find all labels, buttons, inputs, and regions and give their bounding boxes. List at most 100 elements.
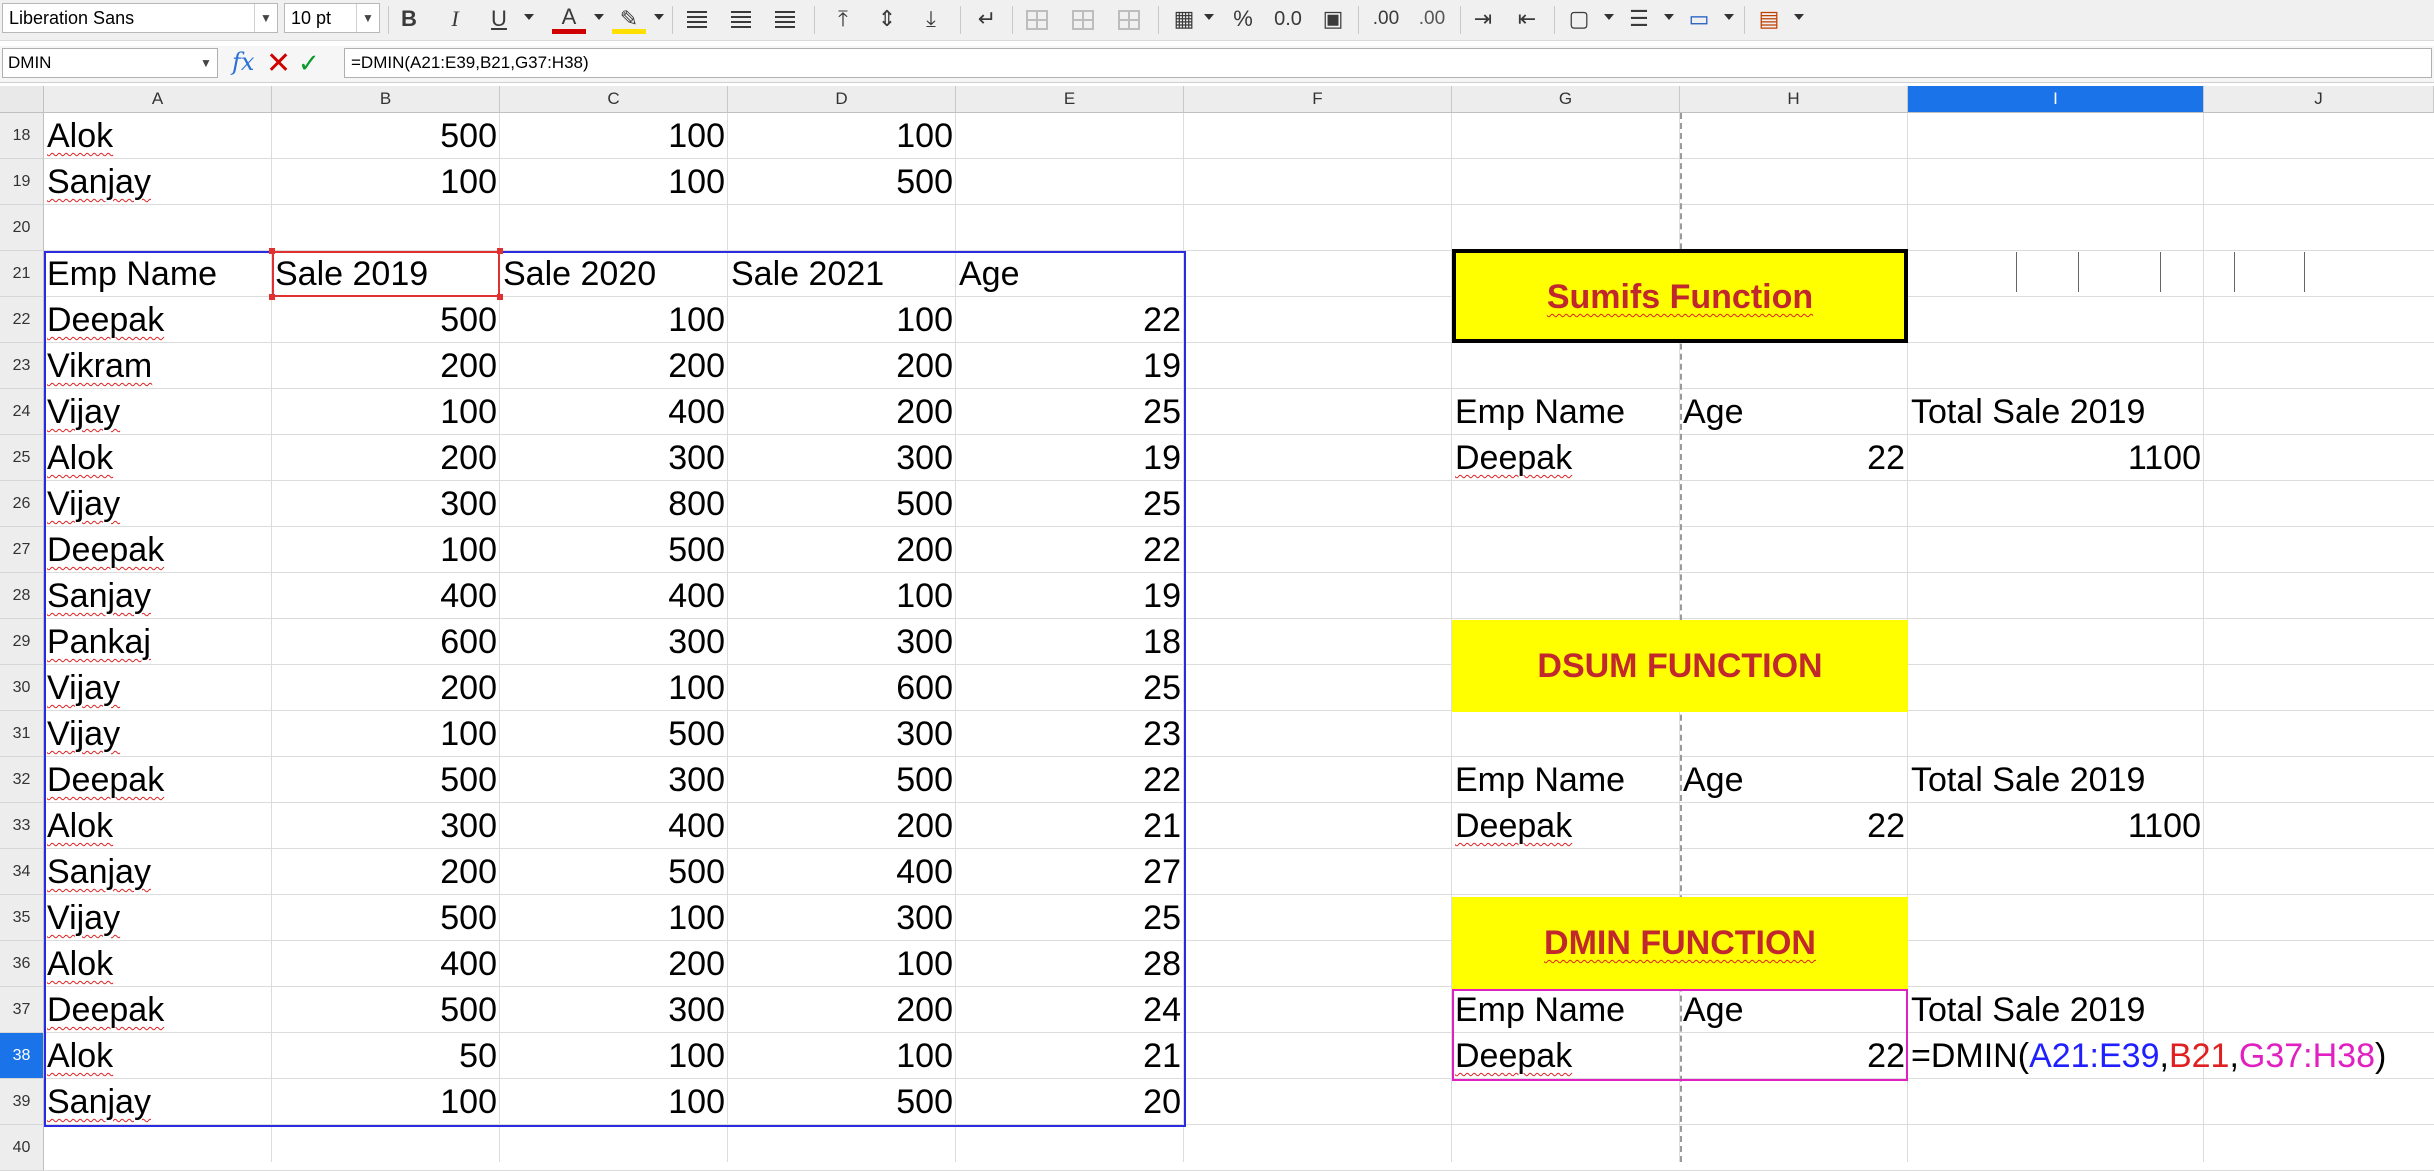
highlight-color-icon[interactable]: ✎ [612,2,646,34]
table-cell[interactable]: 200 [728,389,956,435]
date-format-icon[interactable]: ▣ [1316,2,1350,36]
name-box[interactable]: DMIN ▼ [2,48,218,78]
table-cell[interactable]: Vijay [44,481,272,527]
table-cell[interactable]: 24 [956,987,1184,1033]
table-cell[interactable]: 400 [500,389,728,435]
table-cell[interactable]: 21 [956,1033,1184,1079]
dsum-result[interactable]: 1100 [1908,803,2204,849]
dsum-header-age[interactable]: Age [1680,757,1908,803]
highlight-dropdown-icon[interactable] [654,14,664,20]
table-cell[interactable]: 500 [500,527,728,573]
table-header-cell[interactable]: Sale 2019 [272,251,500,297]
formula-input[interactable]: =DMIN(A21:E39,B21,G37:H38) [344,48,2432,78]
row-header-30[interactable]: 30 [0,665,44,711]
table-cell[interactable]: 100 [500,1033,728,1079]
table-cell[interactable]: 500 [728,159,956,205]
table-cell[interactable]: Vijay [44,665,272,711]
table-cell[interactable]: 100 [500,113,728,159]
sumifs-criteria-age[interactable]: 22 [1680,435,1908,481]
dmin-header-age[interactable]: Age [1680,987,1908,1033]
align-left-icon[interactable] [680,2,714,36]
column-header-e[interactable]: E [956,86,1184,113]
row-header-36[interactable]: 36 [0,941,44,987]
table-cell[interactable]: 100 [728,941,956,987]
column-header-i[interactable]: I [1908,86,2204,113]
table-header-cell[interactable]: Emp Name [44,251,272,297]
table-cell[interactable]: Deepak [44,987,272,1033]
sumifs-result[interactable]: 1100 [1908,435,2204,481]
dmin-header-emp[interactable]: Emp Name [1452,987,1680,1033]
row-header-22[interactable]: 22 [0,297,44,343]
merge-cells-icon[interactable] [1020,2,1054,36]
table-cell[interactable]: 200 [728,803,956,849]
table-cell[interactable]: 800 [500,481,728,527]
dsum-header-total[interactable]: Total Sale 2019 [1908,757,2208,803]
dmin-criteria-name[interactable]: Deepak [1452,1033,1680,1079]
add-decimal-button[interactable]: .00 [1364,2,1408,36]
percent-button[interactable]: % [1226,2,1260,36]
dsum-criteria-age[interactable]: 22 [1680,803,1908,849]
table-cell[interactable]: 18 [956,619,1184,665]
column-header-j[interactable]: J [2204,86,2434,113]
row-header-23[interactable]: 23 [0,343,44,389]
table-cell[interactable]: Alok [44,803,272,849]
font-name-combo[interactable]: Liberation Sans ▼ [2,3,278,33]
table-cell[interactable]: 500 [272,987,500,1033]
font-color-dropdown-icon[interactable] [594,14,604,20]
row-header-27[interactable]: 27 [0,527,44,573]
align-center-icon[interactable] [724,2,758,36]
row-header-21[interactable]: 21 [0,251,44,297]
row-header-20[interactable]: 20 [0,205,44,251]
conditional-format-icon[interactable]: ▤ [1752,2,1786,36]
table-cell[interactable]: Deepak [44,297,272,343]
row-header-37[interactable]: 37 [0,987,44,1033]
table-cell[interactable]: Deepak [44,757,272,803]
font-color-button[interactable]: A [552,2,586,34]
row-header-24[interactable]: 24 [0,389,44,435]
table-cell[interactable]: 200 [500,941,728,987]
table-cell[interactable]: Sanjay [44,849,272,895]
sumifs-header-total[interactable]: Total Sale 2019 [1908,389,2208,435]
increase-indent-icon[interactable]: ⇥ [1466,2,1500,36]
sumifs-header-age[interactable]: Age [1680,389,1908,435]
font-size-combo[interactable]: 10 pt ▼ [284,3,380,33]
borders-icon[interactable]: ▢ [1562,2,1596,36]
table-cell[interactable]: 300 [728,895,956,941]
table-cell[interactable]: 400 [272,573,500,619]
table-cell[interactable]: 300 [728,711,956,757]
column-header-b[interactable]: B [272,86,500,113]
table-cell[interactable]: 500 [272,113,500,159]
table-cell[interactable]: 22 [956,297,1184,343]
align-middle-icon[interactable]: ⇕ [870,2,904,36]
cancel-icon[interactable]: ✕ [266,46,291,81]
table-cell[interactable]: 20 [956,1079,1184,1125]
table-cell[interactable]: 100 [500,297,728,343]
row-header-18[interactable]: 18 [0,113,44,159]
row-header-34[interactable]: 34 [0,849,44,895]
table-cell[interactable]: 500 [728,757,956,803]
sumifs-header-emp[interactable]: Emp Name [1452,389,1680,435]
table-cell[interactable]: 200 [728,987,956,1033]
ref-handle[interactable] [269,294,275,300]
table-cell[interactable]: 22 [956,757,1184,803]
chevron-down-icon[interactable]: ▼ [195,49,217,77]
dmin-criteria-age[interactable]: 22 [1680,1033,1908,1079]
table-cell[interactable]: 500 [728,1079,956,1125]
number-format-button[interactable]: 0.0 [1268,2,1308,36]
table-cell[interactable]: 21 [956,803,1184,849]
row-header-32[interactable]: 32 [0,757,44,803]
table-cell[interactable]: 100 [272,1079,500,1125]
table-cell[interactable]: 100 [272,389,500,435]
table-cell[interactable]: 100 [272,527,500,573]
table-cell[interactable]: Alok [44,1033,272,1079]
align-right-icon[interactable] [768,2,802,36]
ref-handle[interactable] [269,248,275,254]
table-cell[interactable]: 200 [728,343,956,389]
table-cell[interactable]: Sanjay [44,159,272,205]
table-cell[interactable]: 500 [500,711,728,757]
table-cell[interactable]: 300 [500,757,728,803]
column-header-f[interactable]: F [1184,86,1452,113]
row-header-29[interactable]: 29 [0,619,44,665]
borders-dropdown-icon[interactable] [1604,14,1614,20]
table-cell[interactable]: 300 [500,435,728,481]
